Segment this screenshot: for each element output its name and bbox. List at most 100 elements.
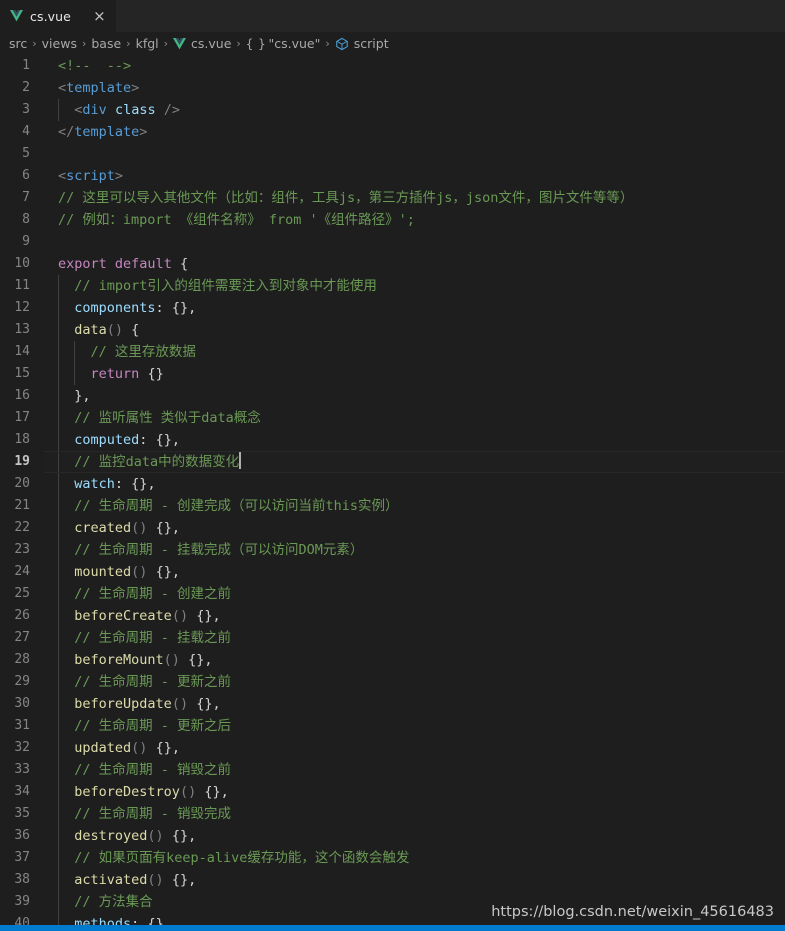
code-line-content[interactable]: }, [44, 385, 785, 407]
code-line[interactable]: 10 export default { [0, 253, 785, 275]
close-icon[interactable]: × [91, 8, 108, 25]
code-line[interactable]: 33 // 生命周期 - 销毁之前 [0, 759, 785, 781]
line-number: 9 [22, 234, 30, 249]
code-line-content[interactable]: <!-- --> [44, 55, 785, 77]
breadcrumb-item-cs-vue[interactable]: cs.vue [173, 36, 231, 51]
code-line-content[interactable]: beforeDestroy() {}, [44, 781, 785, 803]
code-line[interactable]: 36 destroyed() {}, [0, 825, 785, 847]
code-text: // 方法集合 [74, 894, 153, 910]
code-line-content[interactable]: watch: {}, [44, 473, 785, 495]
code-line-content[interactable]: // 生命周期 - 挂载完成（可以访问DOM元素） [44, 539, 785, 561]
code-line[interactable]: 4 </template> [0, 121, 785, 143]
code-line-content[interactable]: // 这里可以导入其他文件（比如：组件，工具js，第三方插件js，json文件，… [44, 187, 785, 209]
code-line-content[interactable]: destroyed() {}, [44, 825, 785, 847]
code-line[interactable]: 18 computed: {}, [0, 429, 785, 451]
code-line-content[interactable]: data() { [44, 319, 785, 341]
code-line-content[interactable]: // 例如：import 《组件名称》 from '《组件路径》'; [44, 209, 785, 231]
code-line[interactable]: 6 <script> [0, 165, 785, 187]
code-line-content[interactable]: // 监控data中的数据变化 [44, 451, 785, 473]
code-line-content[interactable]: return {} [44, 363, 785, 385]
line-number: 12 [14, 300, 30, 315]
code-line[interactable]: 1 <!-- --> [0, 55, 785, 77]
code-text: // 生命周期 - 挂载完成（可以访问DOM元素） [74, 542, 364, 558]
code-line[interactable]: 37 // 如果页面有keep-alive缓存功能，这个函数会触发 [0, 847, 785, 869]
code-line-content[interactable]: beforeMount() {}, [44, 649, 785, 671]
code-line[interactable]: 38 activated() {}, [0, 869, 785, 891]
code-line-content[interactable]: // 生命周期 - 销毁之前 [44, 759, 785, 781]
code-line-content[interactable]: updated() {}, [44, 737, 785, 759]
code-line[interactable]: 12 components: {}, [0, 297, 785, 319]
code-line[interactable]: 29 // 生命周期 - 更新之前 [0, 671, 785, 693]
line-number: 33 [14, 762, 30, 777]
code-line[interactable]: 23 // 生命周期 - 挂载完成（可以访问DOM元素） [0, 539, 785, 561]
code-line-content[interactable]: components: {}, [44, 297, 785, 319]
code-line-content[interactable]: <template> [44, 77, 785, 99]
code-line-content[interactable]: // 生命周期 - 更新之前 [44, 671, 785, 693]
code-line-content[interactable]: created() {}, [44, 517, 785, 539]
breadcrumb-item-kfgl[interactable]: kfgl [136, 36, 159, 51]
code-line-content[interactable]: mounted() {}, [44, 561, 785, 583]
line-number: 13 [14, 322, 30, 337]
breadcrumb-item-object[interactable]: { } "cs.vue" [246, 36, 321, 51]
code-line[interactable]: 22 created() {}, [0, 517, 785, 539]
code-line[interactable]: 8 // 例如：import 《组件名称》 from '《组件路径》'; [0, 209, 785, 231]
code-line[interactable]: 25 // 生命周期 - 创建之前 [0, 583, 785, 605]
code-line[interactable]: 9 [0, 231, 785, 253]
code-line-content[interactable]: // 生命周期 - 创建完成（可以访问当前this实例） [44, 495, 785, 517]
breadcrumb-item-base[interactable]: base [91, 36, 121, 51]
code-line-content[interactable]: </template> [44, 121, 785, 143]
code-line-content[interactable] [44, 231, 785, 253]
code-line[interactable]: 31 // 生命周期 - 更新之后 [0, 715, 785, 737]
code-line-content[interactable]: // 生命周期 - 挂载之前 [44, 627, 785, 649]
code-text: // 如果页面有keep-alive缓存功能，这个函数会触发 [74, 850, 410, 866]
code-line-content[interactable]: // 生命周期 - 创建之前 [44, 583, 785, 605]
code-line[interactable]: 16 }, [0, 385, 785, 407]
code-line-content[interactable] [44, 143, 785, 165]
code-line-content[interactable]: <div class /> [44, 99, 785, 121]
code-line-content[interactable]: // 如果页面有keep-alive缓存功能，这个函数会触发 [44, 847, 785, 869]
code-line[interactable]: 34 beforeDestroy() {}, [0, 781, 785, 803]
code-text: // 生命周期 - 创建之前 [74, 586, 232, 602]
code-line-content[interactable]: // 生命周期 - 销毁完成 [44, 803, 785, 825]
code-line[interactable]: 3 <div class /> [0, 99, 785, 121]
code-line[interactable]: 15 return {} [0, 363, 785, 385]
breadcrumb-item-src[interactable]: src [9, 36, 27, 51]
code-line[interactable]: 14 // 这里存放数据 [0, 341, 785, 363]
editor-tab-cs-vue[interactable]: cs.vue × [0, 0, 116, 32]
code-editor[interactable]: 1 <!-- --> 2 <template> 3 <div class /> 4 </te… [0, 55, 785, 931]
status-bar [0, 925, 785, 931]
code-line[interactable]: 20 watch: {}, [0, 473, 785, 495]
code-line[interactable]: 27 // 生命周期 - 挂载之前 [0, 627, 785, 649]
code-lines[interactable]: 1 <!-- --> 2 <template> 3 <div class /> 4 </te… [0, 55, 785, 931]
code-line[interactable]: 35 // 生命周期 - 销毁完成 [0, 803, 785, 825]
code-line-content[interactable]: // 生命周期 - 更新之后 [44, 715, 785, 737]
line-number: 23 [14, 542, 30, 557]
breadcrumb-item-views[interactable]: views [42, 36, 77, 51]
code-line-content[interactable]: computed: {}, [44, 429, 785, 451]
code-line[interactable]: 5 [0, 143, 785, 165]
breadcrumb-item-script[interactable]: script [335, 36, 389, 51]
code-line-content[interactable]: // 这里存放数据 [44, 341, 785, 363]
code-line[interactable]: 28 beforeMount() {}, [0, 649, 785, 671]
code-line-content[interactable]: // 监听属性 类似于data概念 [44, 407, 785, 429]
code-line-content[interactable]: export default { [44, 253, 785, 275]
code-line[interactable]: 19 // 监控data中的数据变化 [0, 451, 785, 473]
code-line[interactable]: 24 mounted() {}, [0, 561, 785, 583]
code-line-content[interactable]: beforeUpdate() {}, [44, 693, 785, 715]
code-line-content[interactable]: activated() {}, [44, 869, 785, 891]
code-line[interactable]: 7 // 这里可以导入其他文件（比如：组件，工具js，第三方插件js，json文件… [0, 187, 785, 209]
line-number: 20 [14, 476, 30, 491]
code-line-content[interactable]: // import引入的组件需要注入到对象中才能使用 [44, 275, 785, 297]
code-line[interactable]: 13 data() { [0, 319, 785, 341]
code-line[interactable]: 21 // 生命周期 - 创建完成（可以访问当前this实例） [0, 495, 785, 517]
code-line[interactable]: 30 beforeUpdate() {}, [0, 693, 785, 715]
code-line[interactable]: 26 beforeCreate() {}, [0, 605, 785, 627]
code-text: beforeMount() {}, [74, 652, 213, 668]
code-line[interactable]: 2 <template> [0, 77, 785, 99]
code-line[interactable]: 32 updated() {}, [0, 737, 785, 759]
code-line[interactable]: 17 // 监听属性 类似于data概念 [0, 407, 785, 429]
code-line-content[interactable]: <script> [44, 165, 785, 187]
code-line[interactable]: 11 // import引入的组件需要注入到对象中才能使用 [0, 275, 785, 297]
line-number: 38 [14, 872, 30, 887]
code-line-content[interactable]: beforeCreate() {}, [44, 605, 785, 627]
